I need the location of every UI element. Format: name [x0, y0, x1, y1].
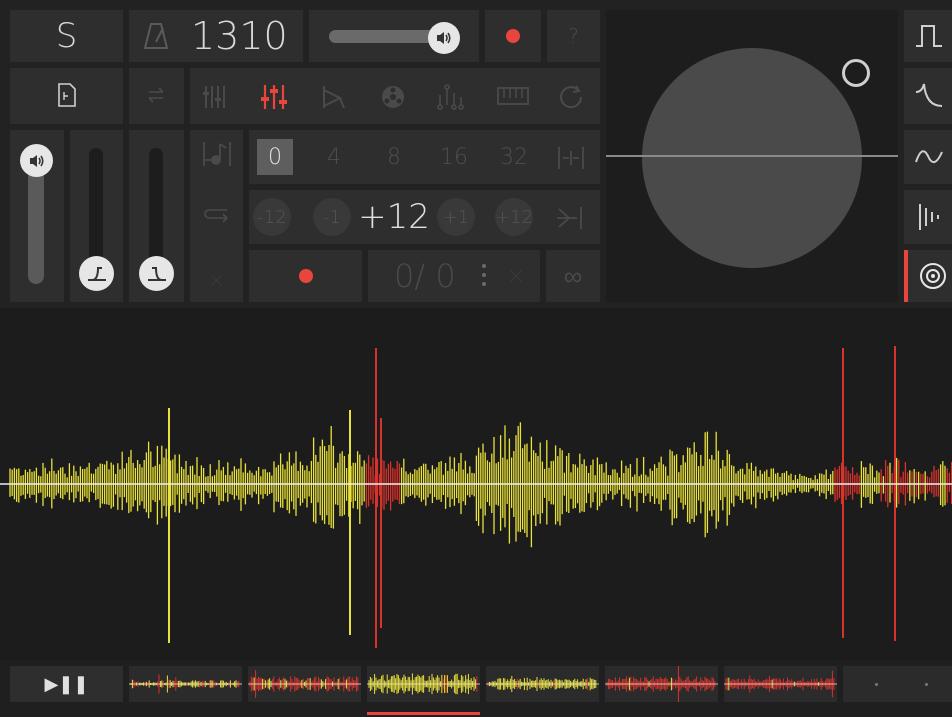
volume-knob-speaker-icon[interactable] — [20, 144, 53, 177]
sine-wave-icon — [914, 142, 944, 172]
tab-faders-icon[interactable] — [202, 84, 230, 110]
loop-record-dot-icon — [299, 269, 313, 283]
quantize-selector: 0 4 8 16 32 — [249, 130, 600, 184]
quantize-option-16[interactable]: 16 — [434, 130, 474, 184]
return-icon[interactable] — [203, 206, 231, 224]
help-button[interactable]: ? — [547, 10, 600, 62]
tab-sampler-icon[interactable] — [380, 84, 406, 110]
release-curve-icon[interactable] — [139, 256, 174, 291]
master-volume-slider[interactable] — [309, 10, 479, 62]
loop-infinite-button[interactable]: ∞ — [546, 250, 600, 302]
pitch-plus-1-button[interactable]: +1 — [437, 198, 475, 236]
empty-slot-dot — [925, 683, 928, 686]
speaker-icon[interactable] — [428, 22, 460, 54]
clip-4-waveform — [486, 675, 599, 693]
help-label: ? — [568, 24, 579, 48]
quantize-option-0[interactable]: 0 — [257, 130, 293, 184]
tab-sequencer-icon[interactable] — [435, 83, 465, 111]
xy-pad-axis — [606, 155, 898, 157]
tab-mixer-icon[interactable] — [260, 83, 288, 111]
clip-5-waveform — [605, 666, 718, 702]
pitch-value: +12 — [358, 197, 430, 237]
swap-button[interactable] — [129, 68, 184, 124]
file-icon — [57, 82, 77, 108]
xy-pad-cursor[interactable] — [842, 59, 870, 87]
tempo-readout: 1310 — [191, 14, 288, 58]
target-icon — [918, 261, 948, 291]
loop-counter-panel: 0/ 0 × — [368, 250, 540, 302]
attack-curve-icon[interactable] — [79, 256, 114, 291]
clip-1-waveform — [129, 674, 242, 694]
swap-icon — [145, 86, 167, 104]
quantize-option-8[interactable]: 8 — [379, 130, 409, 184]
loop-clear-button[interactable]: × — [496, 250, 536, 302]
pitch-plus-12-button[interactable]: +12 — [495, 198, 533, 236]
pitch-minus-12-button[interactable]: -12 — [253, 198, 291, 236]
square-wave-button[interactable] — [904, 10, 952, 62]
quantize-option-32[interactable]: 32 — [494, 130, 534, 184]
waveform-display — [0, 346, 952, 648]
decay-wave-icon — [914, 80, 944, 112]
clip-slot-2[interactable] — [248, 666, 361, 702]
loop-options-icon[interactable] — [482, 264, 486, 286]
play-pause-button[interactable]: ▶❚❚ — [10, 666, 123, 702]
quantize-note-icon[interactable] — [202, 140, 232, 168]
clip-slot-6[interactable] — [724, 666, 837, 702]
infinity-icon: ∞ — [563, 261, 583, 292]
quantize-option-4[interactable]: 4 — [319, 130, 349, 184]
tab-keyboard-icon[interactable] — [497, 86, 529, 106]
clip-2-waveform — [248, 670, 361, 698]
attack-slider[interactable] — [70, 130, 123, 302]
pitch-minus-1-button[interactable]: -1 — [313, 198, 351, 236]
record-arm-button[interactable] — [485, 10, 541, 62]
clip-3-waveform — [367, 673, 480, 695]
clip-slot-5[interactable] — [605, 666, 718, 702]
side-close-icon[interactable]: × — [190, 262, 243, 298]
decay-wave-button[interactable] — [904, 68, 952, 124]
empty-slot-dot — [875, 683, 878, 686]
tab-arpeggio-icon[interactable] — [320, 84, 346, 110]
pulse-wave-icon — [914, 202, 944, 232]
tab-loop-icon[interactable] — [558, 84, 584, 110]
target-button[interactable] — [904, 250, 952, 302]
clip-3-active-indicator — [367, 712, 480, 715]
clip-6-waveform — [724, 670, 837, 698]
waveform-view[interactable] — [0, 308, 952, 660]
metronome-icon — [143, 22, 169, 50]
play-pause-icon: ▶❚❚ — [44, 673, 89, 695]
file-button[interactable] — [10, 68, 123, 124]
release-slider[interactable] — [129, 130, 184, 302]
clip-slot-1[interactable] — [129, 666, 242, 702]
mode-button[interactable]: S — [10, 10, 123, 62]
loop-record-button[interactable] — [249, 250, 362, 302]
clip-slot-4[interactable] — [486, 666, 599, 702]
record-dot-icon — [506, 29, 520, 43]
square-wave-icon — [914, 22, 944, 52]
tempo-panel[interactable]: 1310 — [129, 10, 303, 62]
pitch-end-icon[interactable] — [555, 205, 585, 231]
target-active-indicator — [904, 250, 908, 302]
mode-letter: S — [55, 16, 78, 56]
sine-wave-button[interactable] — [904, 130, 952, 184]
xy-pad-disc — [642, 48, 862, 268]
pulse-wave-button[interactable] — [904, 190, 952, 244]
loop-counter: 0/ 0 — [394, 257, 456, 295]
pitch-selector: -12 -1 +12 +1 +12 — [249, 190, 600, 244]
xy-pad[interactable] — [606, 10, 898, 302]
side-controls: × — [190, 130, 243, 302]
volume-slider[interactable] — [10, 130, 64, 302]
trim-icon[interactable] — [557, 145, 585, 171]
clip-slot-3[interactable] — [367, 666, 480, 715]
clip-slot-empty[interactable] — [843, 666, 952, 702]
tool-tabs — [190, 68, 600, 124]
